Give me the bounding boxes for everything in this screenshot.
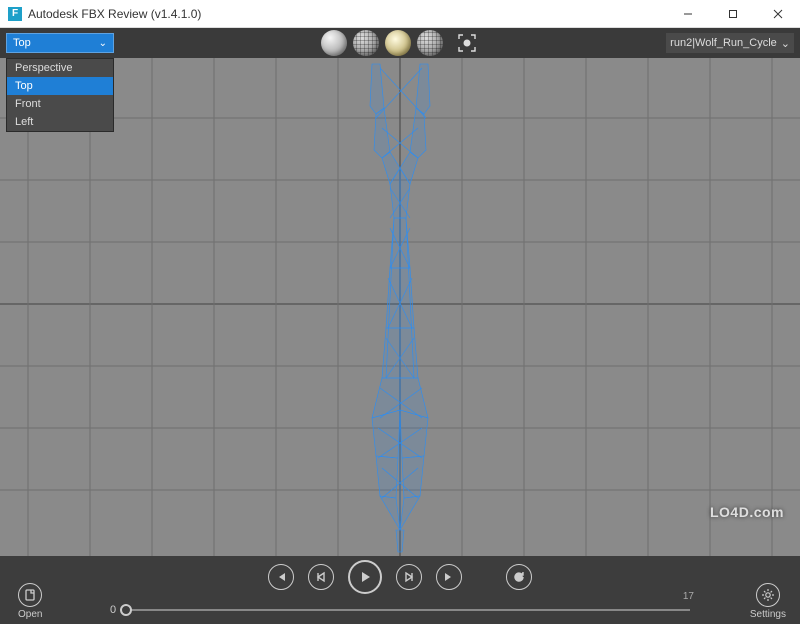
shading-textured-button[interactable]	[417, 30, 443, 56]
view-option-top[interactable]: Top	[7, 77, 113, 95]
viewport-3d[interactable]: LO4D.com	[0, 58, 800, 556]
play-button[interactable]	[348, 560, 382, 594]
window-title: Autodesk FBX Review (v1.4.1.0)	[28, 7, 201, 21]
last-frame-button[interactable]	[436, 564, 462, 590]
chevron-down-icon: ⌄	[781, 37, 790, 50]
app-icon: F	[8, 7, 22, 21]
frame-selection-button[interactable]	[455, 31, 479, 55]
open-file-button[interactable]	[18, 583, 42, 607]
settings-group: Settings	[750, 583, 786, 620]
shading-lighting-button[interactable]	[385, 30, 411, 56]
view-option-left[interactable]: Left	[7, 113, 113, 131]
playback-bar	[0, 556, 800, 598]
top-toolbar: Top ⌄ run2|Wolf_Run_Cycle ⌄	[0, 28, 800, 58]
timeline-slider[interactable]: 17	[126, 609, 690, 611]
timeline-group: 0 17	[110, 604, 690, 616]
timeline-current-frame: 0	[110, 604, 116, 616]
window-maximize-button[interactable]	[710, 0, 755, 28]
window-minimize-button[interactable]	[665, 0, 710, 28]
loop-button[interactable]	[506, 564, 532, 590]
first-frame-button[interactable]	[268, 564, 294, 590]
open-file-label: Open	[18, 609, 42, 620]
timeline-end-frame: 17	[683, 591, 694, 602]
animation-clip-dropdown[interactable]: run2|Wolf_Run_Cycle ⌄	[666, 33, 794, 53]
settings-label: Settings	[750, 609, 786, 620]
chevron-down-icon: ⌄	[99, 38, 107, 49]
shading-smooth-button[interactable]	[321, 30, 347, 56]
window-close-button[interactable]	[755, 0, 800, 28]
bottom-bar: Open 0 17 Settings	[0, 598, 800, 624]
view-camera-dropdown-list[interactable]: Perspective Top Front Left	[6, 58, 114, 132]
wolf-wireframe-mesh	[310, 58, 490, 556]
view-camera-selected: Top	[13, 37, 31, 49]
shading-mode-group	[321, 30, 479, 56]
settings-button[interactable]	[756, 583, 780, 607]
view-camera-dropdown[interactable]: Top ⌄	[6, 33, 114, 53]
shading-wireframe-button[interactable]	[353, 30, 379, 56]
animation-clip-selected: run2|Wolf_Run_Cycle	[670, 37, 777, 49]
view-option-perspective[interactable]: Perspective	[7, 59, 113, 77]
window-controls	[665, 0, 800, 28]
prev-frame-button[interactable]	[308, 564, 334, 590]
open-file-group: Open	[18, 583, 42, 620]
next-frame-button[interactable]	[396, 564, 422, 590]
window-titlebar: F Autodesk FBX Review (v1.4.1.0)	[0, 0, 800, 28]
view-option-front[interactable]: Front	[7, 95, 113, 113]
timeline-thumb[interactable]	[120, 604, 132, 616]
